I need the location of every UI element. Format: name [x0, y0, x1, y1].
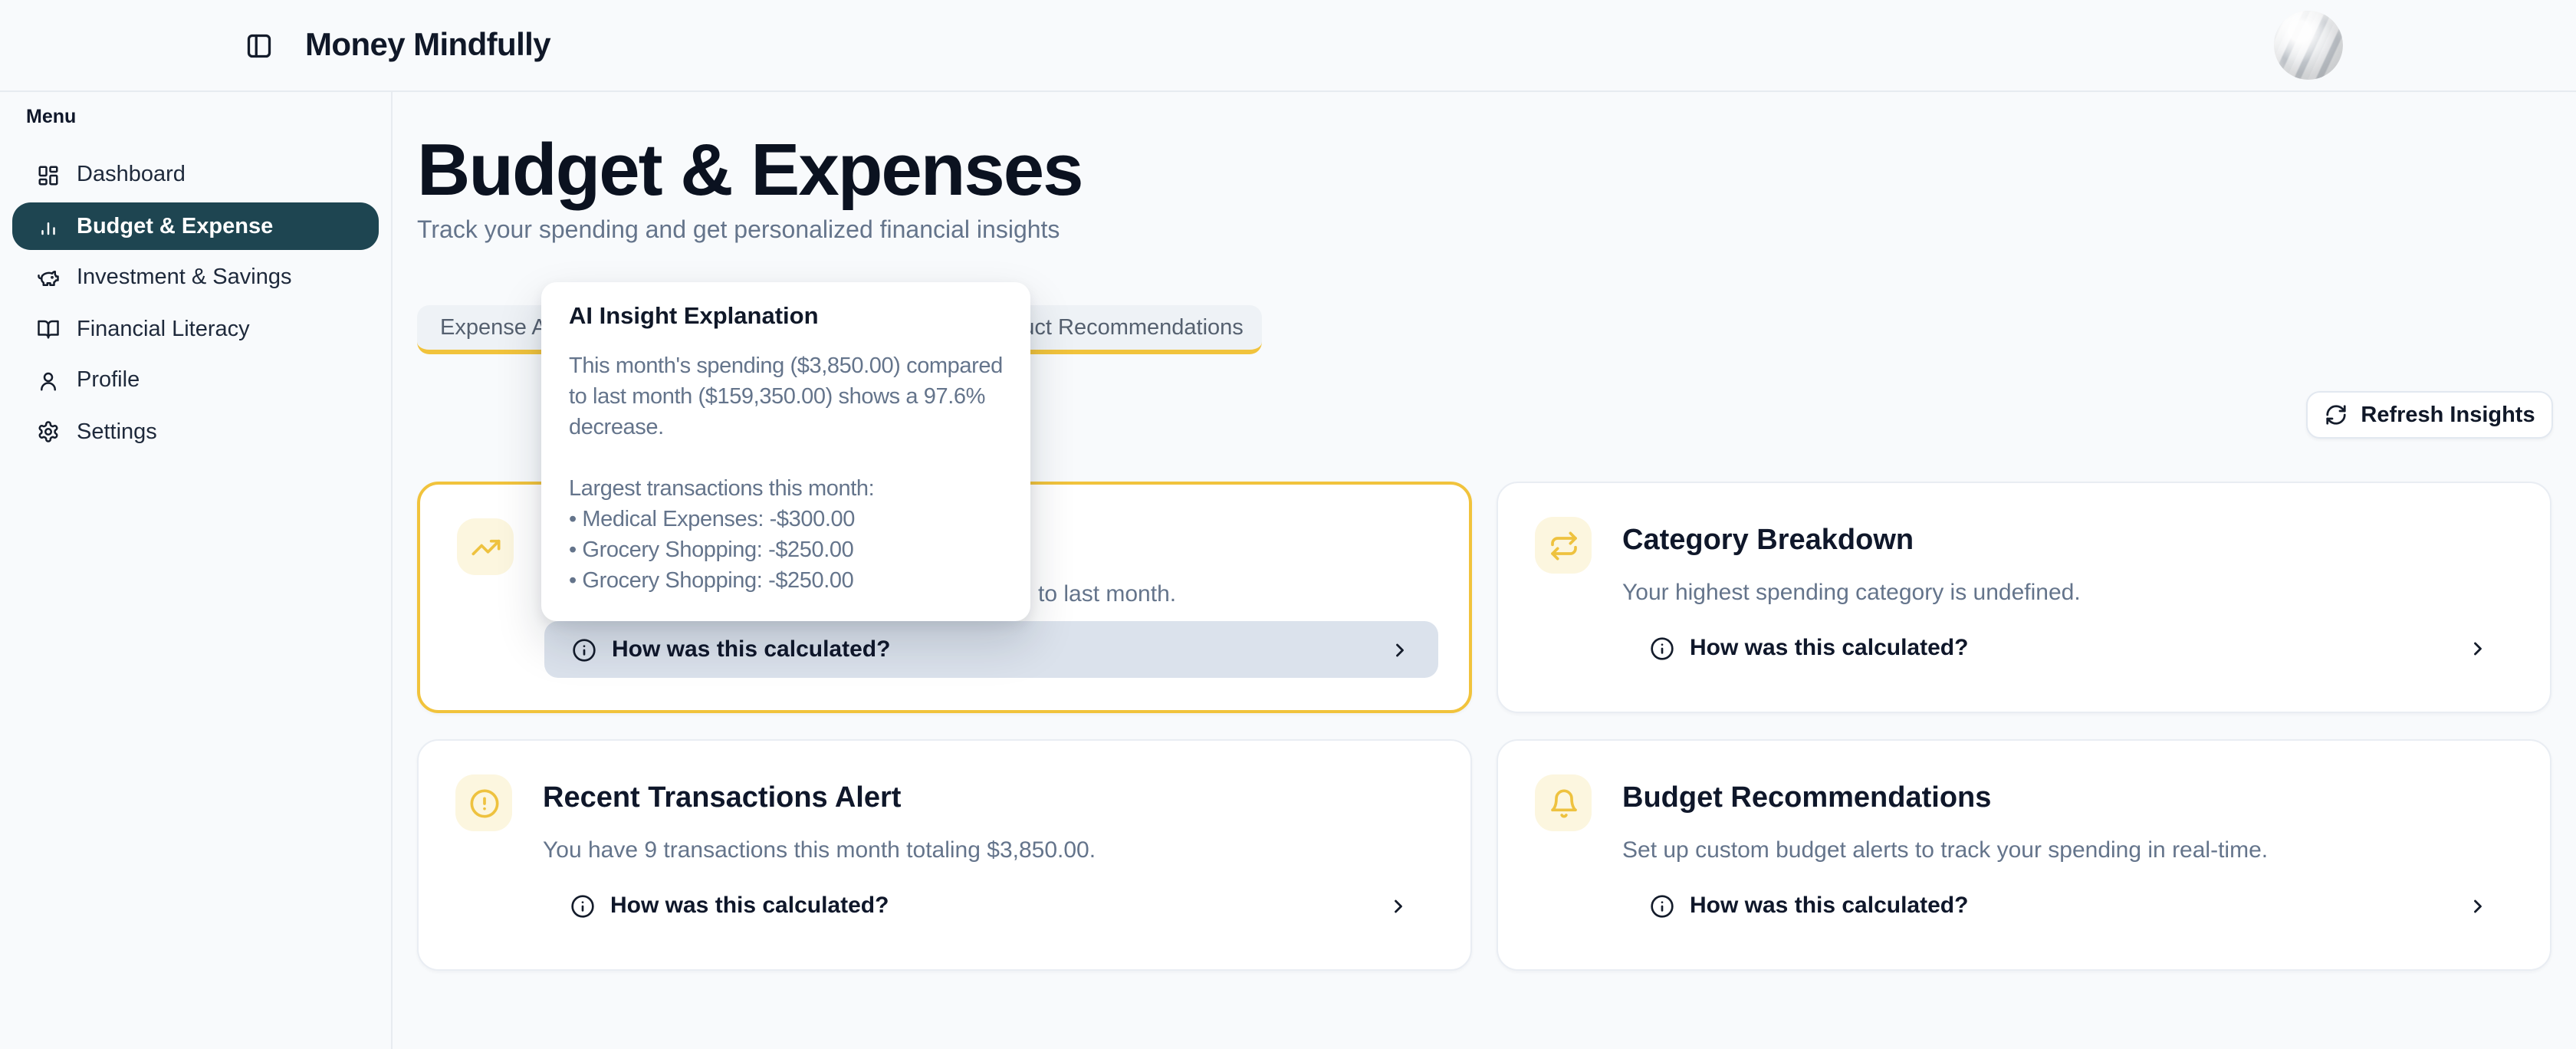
dashboard-grid-icon [37, 163, 60, 186]
tooltip-line [569, 443, 1003, 474]
tooltip-line: • Grocery Shopping: -$250.00 [569, 566, 1003, 597]
card-description: You have 9 transactions this month total… [543, 837, 1096, 863]
chevron-right-icon [1389, 639, 1411, 660]
tooltip-line: to last month ($159,350.00) shows a 97.6… [569, 382, 1003, 413]
sidebar-item-investment-savings[interactable]: Investment & Savings [12, 254, 379, 301]
info-icon [1650, 636, 1674, 660]
card-description: Your highest spending category is undefi… [1622, 580, 2081, 606]
sidebar-item-label: Settings [77, 419, 157, 444]
tooltip-line: Largest transactions this month: [569, 474, 1003, 505]
chevron-right-icon [1388, 895, 1409, 916]
panel-left-icon [245, 32, 273, 60]
info-icon [572, 637, 596, 662]
card-title: Recent Transactions Alert [543, 782, 901, 816]
sidebar: Menu Dashboard Budget & Expense [0, 90, 393, 1049]
bar-chart-icon [37, 215, 60, 238]
card-title: Category Breakdown [1622, 524, 1914, 558]
tooltip-line: • Grocery Shopping: -$250.00 [569, 535, 1003, 566]
tooltip-line: decrease. [569, 413, 1003, 443]
app-root: Money Mindfully Menu Dashboard [0, 0, 2576, 1049]
app-title: Money Mindfully [305, 0, 550, 90]
sidebar-item-settings[interactable]: Settings [12, 408, 379, 455]
refresh-insights-label: Refresh Insights [2361, 403, 2535, 427]
sidebar-nav: Dashboard Budget & Expense [0, 147, 391, 459]
sidebar-item-profile[interactable]: Profile [12, 357, 379, 404]
how-calculated-link[interactable]: How was this calculated? [543, 877, 1437, 934]
info-icon [570, 893, 595, 918]
app-header: Money Mindfully [0, 0, 2576, 92]
how-calculated-label: How was this calculated? [612, 636, 890, 663]
how-calculated-label: How was this calculated? [1690, 893, 1968, 919]
sidebar-item-financial-literacy[interactable]: Financial Literacy [12, 305, 379, 353]
open-book-icon [37, 317, 60, 340]
how-calculated-link[interactable]: How was this calculated? [544, 621, 1438, 678]
sidebar-item-label: Dashboard [77, 163, 186, 187]
sidebar-toggle-button[interactable] [245, 32, 273, 60]
card-recent-transactions-alert: Recent Transactions Alert You have 9 tra… [417, 739, 1472, 971]
refresh-insights-button[interactable]: Refresh Insights [2306, 391, 2553, 439]
how-calculated-label: How was this calculated? [610, 893, 889, 919]
ai-insight-tooltip: AI Insight Explanation This month's spen… [541, 282, 1030, 621]
tooltip-line: • Medical Expenses: -$300.00 [569, 505, 1003, 535]
sidebar-item-label: Profile [77, 368, 140, 393]
repeat-icon [1535, 517, 1592, 574]
refresh-icon [2324, 403, 2347, 426]
alert-circle-icon [455, 774, 512, 831]
how-calculated-label: How was this calculated? [1690, 635, 1968, 661]
card-budget-recommendations: Budget Recommendations Set up custom bud… [1497, 739, 2551, 971]
user-avatar[interactable] [2274, 11, 2343, 80]
card-title: Budget Recommendations [1622, 782, 1991, 816]
card-category-breakdown: Category Breakdown Your highest spending… [1497, 482, 2551, 713]
chevron-right-icon [2467, 637, 2489, 659]
bell-icon [1535, 774, 1592, 831]
page-subtitle: Track your spending and get personalized… [417, 218, 1060, 245]
tooltip-title: AI Insight Explanation [569, 304, 1003, 331]
card-description: to last month. [1038, 581, 1176, 607]
page-title: Budget & Expenses [417, 129, 1083, 213]
how-calculated-link[interactable]: How was this calculated? [1622, 620, 2516, 676]
how-calculated-link[interactable]: How was this calculated? [1622, 877, 2516, 934]
sidebar-item-label: Financial Literacy [77, 317, 250, 341]
sidebar-item-dashboard[interactable]: Dashboard [12, 151, 379, 199]
user-icon [37, 369, 60, 392]
tooltip-line: This month's spending ($3,850.00) compar… [569, 351, 1003, 382]
piggy-bank-icon [37, 266, 60, 289]
card-description: Set up custom budget alerts to track you… [1622, 837, 2268, 863]
gear-icon [37, 420, 60, 443]
sidebar-item-label: Budget & Expense [77, 214, 273, 238]
sidebar-item-label: Investment & Savings [77, 265, 292, 290]
chevron-right-icon [2467, 895, 2489, 916]
info-icon [1650, 893, 1674, 918]
sidebar-section-label: Menu [26, 106, 76, 127]
sidebar-item-budget-expense[interactable]: Budget & Expense [12, 202, 379, 250]
trending-up-icon [457, 518, 514, 575]
